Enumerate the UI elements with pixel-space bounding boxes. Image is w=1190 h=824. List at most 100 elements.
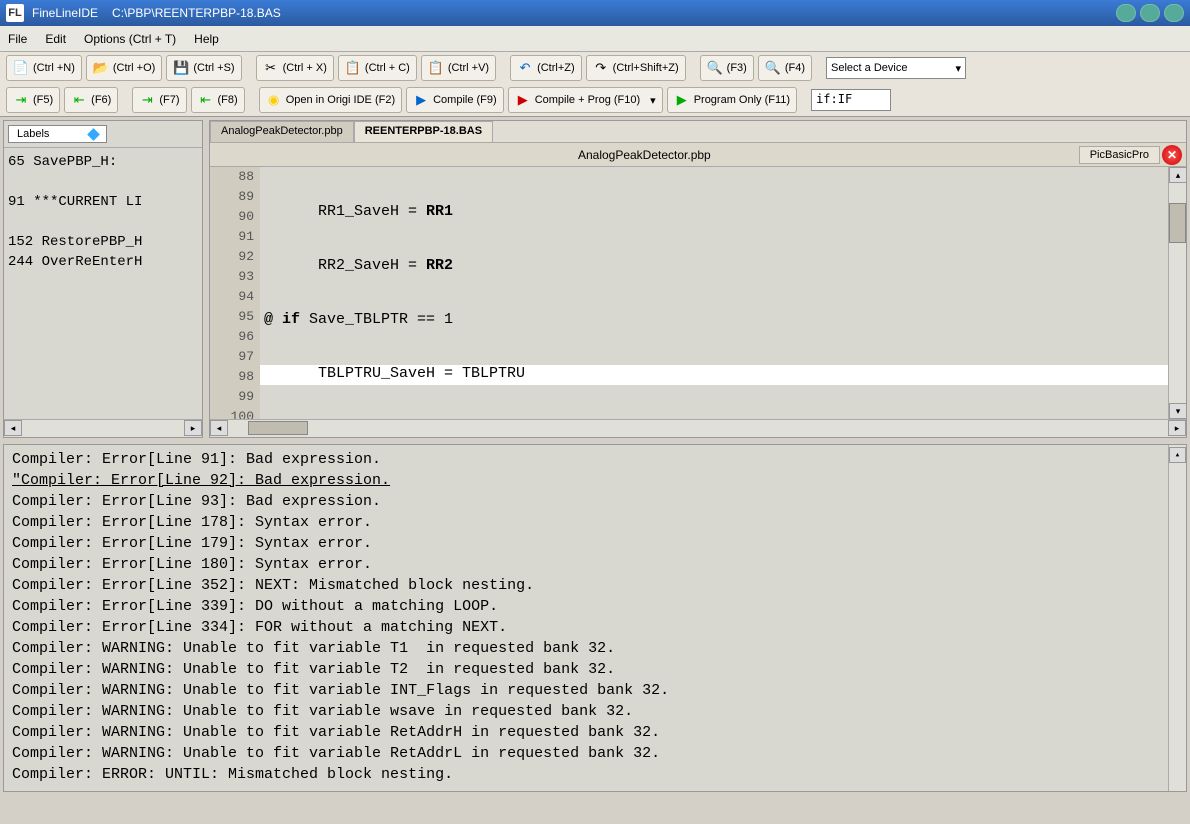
f5-label: (F5) bbox=[33, 94, 53, 106]
program-only-button[interactable]: ▶Program Only (F11) bbox=[667, 87, 797, 113]
editor-vscroll[interactable]: ▴ ▾ bbox=[1168, 167, 1186, 419]
undo-button[interactable]: ↶(Ctrl+Z) bbox=[510, 55, 582, 81]
menu-file[interactable]: File bbox=[8, 32, 27, 46]
close-button[interactable] bbox=[1164, 4, 1184, 22]
editor-header: AnalogPeakDetector.pbp PicBasicPro ✕ bbox=[210, 143, 1186, 167]
minimize-button[interactable] bbox=[1116, 4, 1136, 22]
diamond-icon bbox=[88, 128, 101, 141]
compile-label: Compile (F9) bbox=[433, 94, 497, 106]
line-num: 99 bbox=[210, 389, 260, 409]
output-line: Compiler: Error[Line 91]: Bad expression… bbox=[12, 451, 1178, 472]
findnext-label: (F4) bbox=[785, 62, 805, 74]
maximize-button[interactable] bbox=[1140, 4, 1160, 22]
device-select[interactable]: Select a Device▾ bbox=[826, 57, 966, 79]
copy-label: (Ctrl + C) bbox=[365, 62, 410, 74]
f8-label: (F8) bbox=[218, 94, 238, 106]
menu-options[interactable]: Options (Ctrl + T) bbox=[84, 32, 176, 46]
editor: AnalogPeakDetector.pbp REENTERPBP-18.BAS… bbox=[209, 120, 1187, 438]
list-item: 65 SavePBP_H: bbox=[8, 154, 117, 170]
scroll-right-icon[interactable]: ▸ bbox=[1168, 420, 1186, 436]
play-red-icon: ▶ bbox=[515, 92, 531, 108]
paste-label: (Ctrl +V) bbox=[448, 62, 489, 74]
output-line: "Compiler: Error[Line 92]: Bad expressio… bbox=[12, 472, 1178, 493]
line-num: 89 bbox=[210, 189, 260, 209]
scroll-left-icon[interactable]: ◂ bbox=[210, 420, 228, 436]
menu-help[interactable]: Help bbox=[194, 32, 219, 46]
redo-label: (Ctrl+Shift+Z) bbox=[613, 62, 679, 74]
compile-button[interactable]: ▶Compile (F9) bbox=[406, 87, 504, 113]
scroll-up-icon[interactable]: ▴ bbox=[1169, 447, 1186, 463]
code-line-current: TBLPTRU_SaveH = TBLPTRU bbox=[260, 365, 1168, 385]
save-label: (Ctrl +S) bbox=[193, 62, 234, 74]
f8-button[interactable]: ⇤ (F8) bbox=[191, 87, 245, 113]
list-item: 152 RestorePBP_H bbox=[8, 234, 142, 250]
line-gutter: 88 89 90 91 92 93 94 95 96 97 98 99 100 bbox=[210, 167, 260, 419]
compile-prog-label: Compile + Prog (F10) bbox=[535, 94, 640, 106]
output-line: Compiler: Error[Line 179]: Syntax error. bbox=[12, 535, 1178, 556]
copy-icon: 📋 bbox=[345, 60, 361, 76]
format2-icon: ⇤ bbox=[198, 92, 214, 108]
output-panel[interactable]: Compiler: Error[Line 91]: Bad expression… bbox=[3, 444, 1187, 792]
output-line: Compiler: WARNING: Unable to fit variabl… bbox=[12, 703, 1178, 724]
output-line: Compiler: Error[Line 352]: NEXT: Mismatc… bbox=[12, 577, 1178, 598]
close-tab-button[interactable]: ✕ bbox=[1162, 145, 1182, 165]
f7-button[interactable]: ⇥(F7) bbox=[132, 87, 186, 113]
labels-tab-label: Labels bbox=[17, 128, 49, 140]
code-line: RR1_SaveH = RR1 bbox=[260, 203, 1168, 223]
labels-list[interactable]: 65 SavePBP_H: 91 ***CURRENT LI 152 Resto… bbox=[4, 148, 202, 419]
line-num: 94 bbox=[210, 289, 260, 309]
line-num: 97 bbox=[210, 349, 260, 369]
compile-prog-button[interactable]: ▶Compile + Prog (F10)▾ bbox=[508, 87, 663, 113]
editor-tabs: AnalogPeakDetector.pbp REENTERPBP-18.BAS bbox=[210, 121, 1186, 143]
findnext-button[interactable]: 🔍(F4) bbox=[758, 55, 812, 81]
redo-button[interactable]: ↷(Ctrl+Shift+Z) bbox=[586, 55, 686, 81]
scroll-down-icon[interactable]: ▾ bbox=[1169, 403, 1186, 419]
menubar: File Edit Options (Ctrl + T) Help bbox=[0, 26, 1190, 52]
find-button[interactable]: 🔍(F3) bbox=[700, 55, 754, 81]
output-line: Compiler: Error[Line 93]: Bad expression… bbox=[12, 493, 1178, 514]
open-ide-button[interactable]: ◉ Open in Origi IDE (F2) bbox=[259, 87, 402, 113]
output-line: Compiler: Error[Line 180]: Syntax error. bbox=[12, 556, 1178, 577]
editor-hscroll[interactable]: ◂ ▸ bbox=[210, 419, 1186, 437]
sidebar-hscroll[interactable]: ◂ ▸ bbox=[4, 419, 202, 437]
sun-icon: ◉ bbox=[266, 92, 282, 108]
line-num: 93 bbox=[210, 269, 260, 289]
labels-tab[interactable]: Labels bbox=[8, 125, 107, 143]
chevron-down-icon: ▾ bbox=[955, 62, 961, 75]
scroll-left-icon[interactable]: ◂ bbox=[4, 420, 22, 436]
save-button[interactable]: 💾 (Ctrl +S) bbox=[166, 55, 241, 81]
f5-button[interactable]: ⇥(F5) bbox=[6, 87, 60, 113]
line-num: 90 bbox=[210, 209, 260, 229]
f7-label: (F7) bbox=[159, 94, 179, 106]
scroll-thumb[interactable] bbox=[1169, 203, 1186, 243]
open-icon: 📂 bbox=[93, 60, 109, 76]
cut-button[interactable]: ✂(Ctrl + X) bbox=[256, 55, 334, 81]
app-icon: FL bbox=[6, 4, 24, 22]
app-name: FineLineIDE bbox=[32, 6, 98, 20]
output-line: Compiler: Error[Line 178]: Syntax error. bbox=[12, 514, 1178, 535]
scroll-right-icon[interactable]: ▸ bbox=[184, 420, 202, 436]
labels-panel: Labels 65 SavePBP_H: 91 ***CURRENT LI 15… bbox=[3, 120, 203, 438]
output-line: Compiler: WARNING: Unable to fit variabl… bbox=[12, 724, 1178, 745]
find-label: (F3) bbox=[727, 62, 747, 74]
save-icon: 💾 bbox=[173, 60, 189, 76]
play-green-icon: ▶ bbox=[674, 92, 690, 108]
cut-label: (Ctrl + X) bbox=[283, 62, 327, 74]
open-button[interactable]: 📂(Ctrl +O) bbox=[86, 55, 162, 81]
tab-reenter[interactable]: REENTERPBP-18.BAS bbox=[354, 121, 493, 142]
f6-button[interactable]: ⇤(F6) bbox=[64, 87, 118, 113]
editor-lang[interactable]: PicBasicPro bbox=[1079, 146, 1160, 164]
output-vscroll[interactable]: ▴ bbox=[1168, 445, 1186, 791]
code-area[interactable]: RR1_SaveH = RR1 RR2_SaveH = RR2 @ if Sav… bbox=[260, 167, 1168, 419]
scroll-up-icon[interactable]: ▴ bbox=[1169, 167, 1186, 183]
open-ide-label: Open in Origi IDE (F2) bbox=[286, 94, 395, 106]
tab-analog[interactable]: AnalogPeakDetector.pbp bbox=[210, 121, 354, 142]
copy-button[interactable]: 📋 (Ctrl + C) bbox=[338, 55, 417, 81]
output-line: Compiler: WARNING: Unable to fit variabl… bbox=[12, 640, 1178, 661]
if-input[interactable]: if:IF bbox=[811, 89, 891, 111]
menu-edit[interactable]: Edit bbox=[45, 32, 66, 46]
paste-button[interactable]: 📋(Ctrl +V) bbox=[421, 55, 496, 81]
output-line: Compiler: WARNING: Unable to fit variabl… bbox=[12, 682, 1178, 703]
scroll-thumb[interactable] bbox=[248, 421, 308, 435]
new-button[interactable]: 📄(Ctrl +N) bbox=[6, 55, 82, 81]
